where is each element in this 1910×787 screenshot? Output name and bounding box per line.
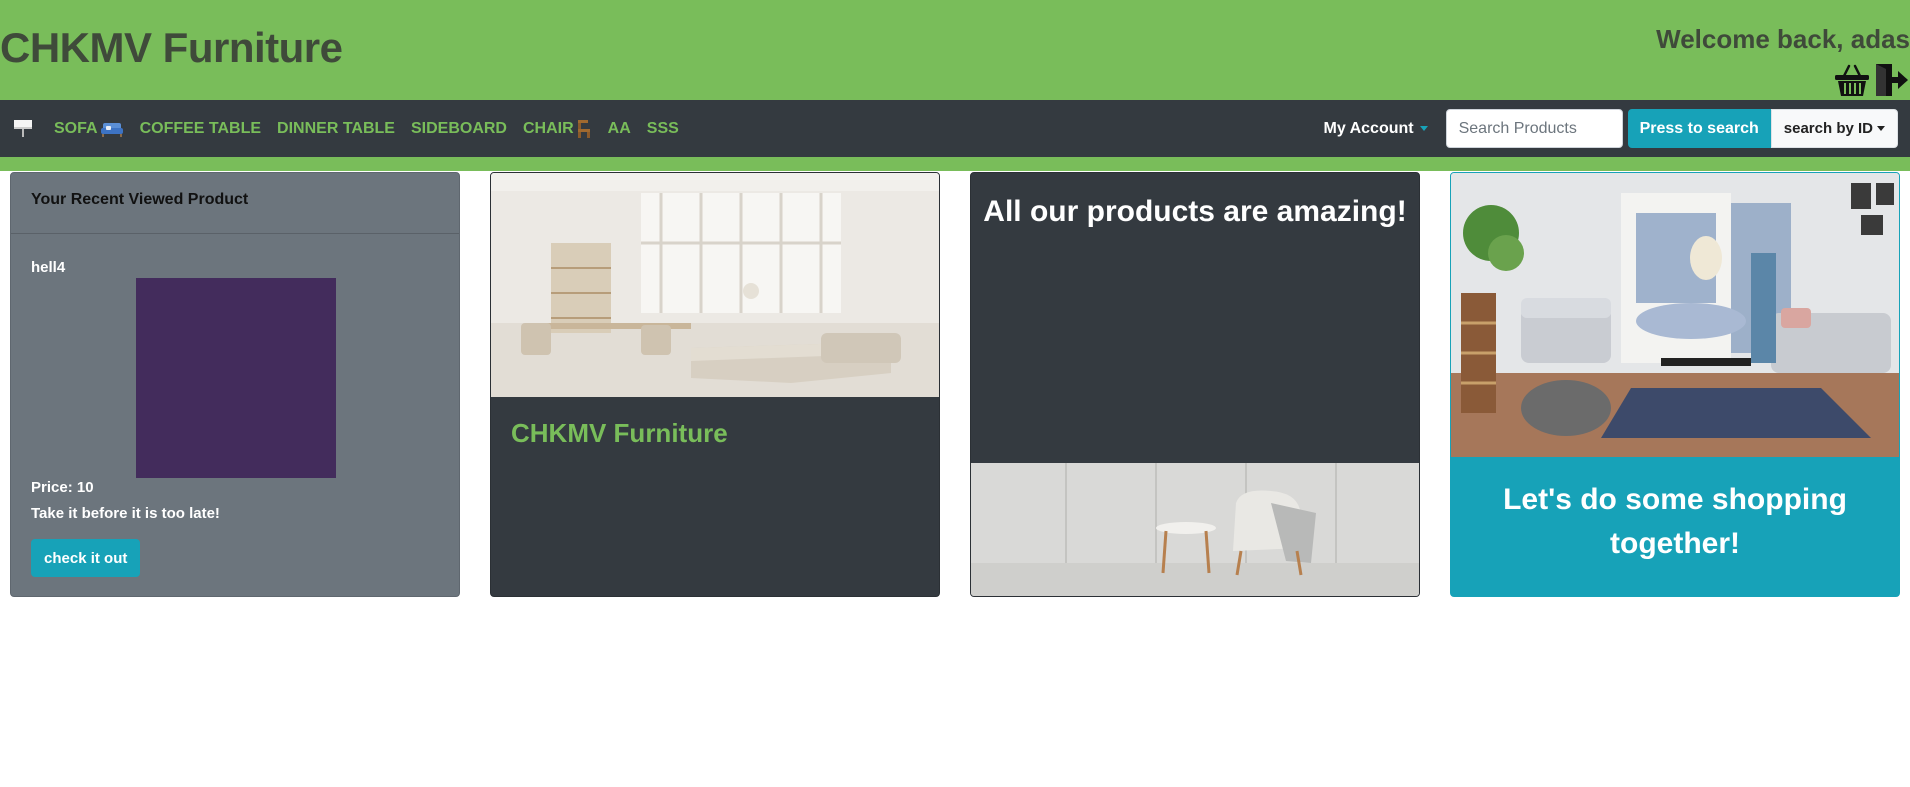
welcome-message: Welcome back, adas (1656, 24, 1910, 54)
armchair-image (971, 463, 1419, 596)
recent-viewed-card: Your Recent Viewed Product hell4 Price: … (10, 172, 460, 597)
search-mode-dropdown[interactable]: search by ID (1770, 109, 1898, 148)
living-room-photo (1451, 173, 1899, 457)
nav-item-sofa[interactable]: SOFA (54, 120, 124, 138)
green-divider (0, 157, 1910, 171)
sofa-icon (100, 120, 124, 138)
brand-title[interactable]: CHKMV Furniture (0, 24, 343, 72)
nav-item-aa[interactable]: AA (608, 120, 631, 138)
shopping-card-title: Let's do some shopping together! (1503, 483, 1847, 560)
my-account-dropdown[interactable]: My Account (1324, 120, 1428, 138)
brand-card-title: CHKMV Furniture (511, 418, 728, 448)
basket-icon[interactable] (1834, 62, 1870, 98)
chevron-down-icon (1419, 126, 1428, 131)
logout-icon[interactable] (1874, 62, 1910, 98)
check-it-out-button[interactable]: check it out (31, 539, 141, 577)
account-label: My Account (1323, 119, 1414, 137)
site-header: CHKMV Furniture Welcome back, adas (0, 0, 1910, 100)
amazing-card-title: All our products are amazing! (983, 195, 1407, 228)
nav-item-sss[interactable]: SSS (647, 120, 679, 138)
chair-icon (576, 119, 592, 139)
nav-item-coffee-table[interactable]: COFFEE TABLE (140, 120, 261, 138)
main-navbar: SOFA COFFEE TABLE DINNER TABLE SIDEBOARD… (0, 100, 1910, 157)
search-mode-label: search by ID (1783, 120, 1873, 137)
nav-item-dinner-table[interactable]: DINNER TABLE (277, 120, 395, 138)
nav-item-label: CHAIR (522, 119, 574, 137)
nav-item-chair[interactable]: CHAIR (523, 119, 592, 139)
category-nav: SOFA COFFEE TABLE DINNER TABLE SIDEBOARD… (54, 100, 679, 157)
nav-right-group: My Account Press to search search by ID (1324, 109, 1898, 148)
product-tagline: Take it before it is too late! (31, 505, 220, 522)
header-icons (1834, 62, 1910, 98)
search-button[interactable]: Press to search (1627, 109, 1771, 148)
product-price: Price: 10 (31, 479, 94, 496)
chevron-down-icon (1877, 126, 1885, 131)
flag-icon[interactable] (13, 118, 33, 138)
amazing-card: All our products are amazing! (970, 172, 1420, 597)
living-room-image (491, 173, 939, 397)
shopping-card: Let's do some shopping together! (1450, 172, 1900, 597)
nav-item-sideboard[interactable]: SIDEBOARD (411, 120, 507, 138)
product-name: hell4 (31, 259, 66, 276)
card-heading: Your Recent Viewed Product (11, 173, 459, 234)
product-image (136, 278, 336, 478)
nav-item-label: SOFA (54, 119, 98, 137)
brand-card: CHKMV Furniture (490, 172, 940, 597)
search-input[interactable] (1445, 109, 1623, 148)
